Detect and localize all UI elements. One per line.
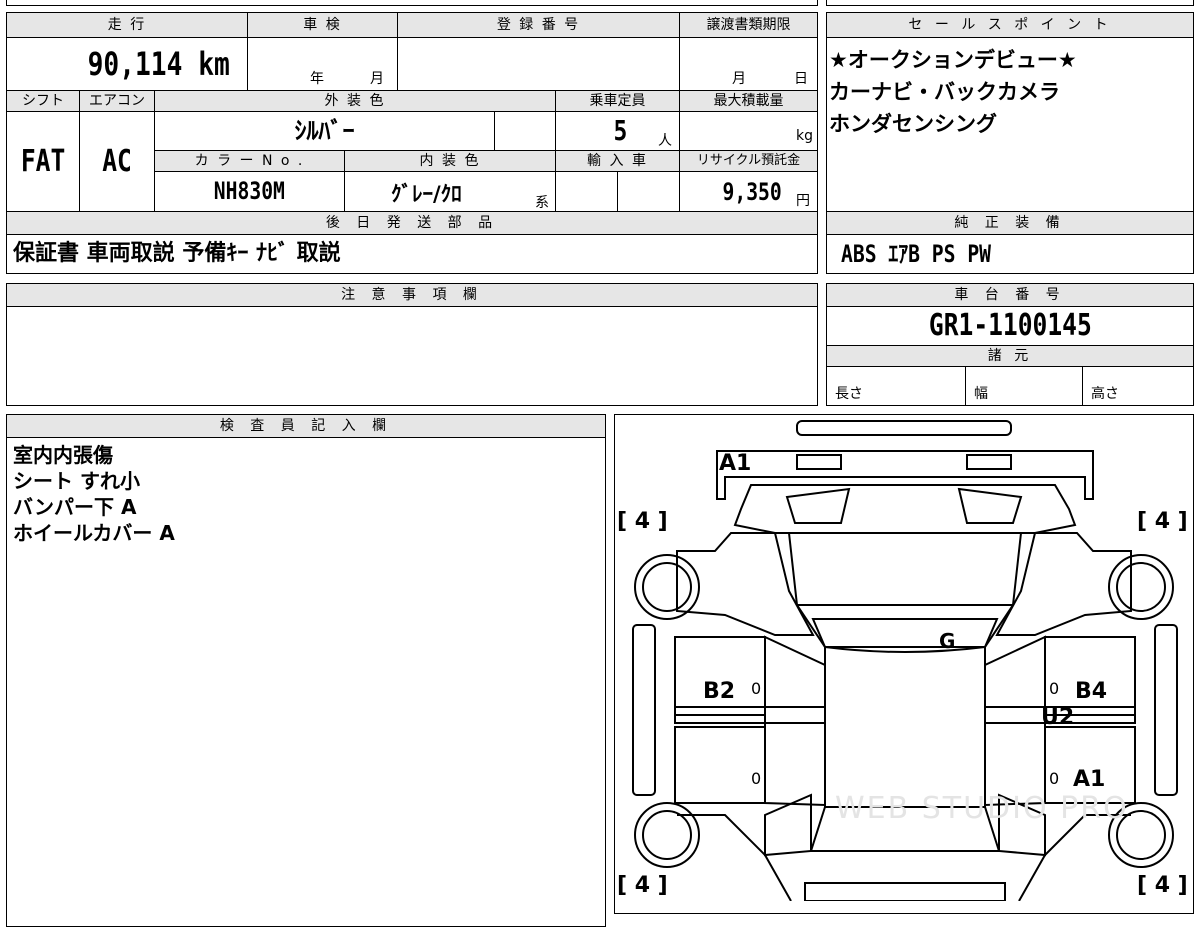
damage-mark-right-rear: A1 <box>1073 767 1106 792</box>
aircon-header: エアコン <box>79 90 155 112</box>
mileage-header: 走 行 <box>6 12 248 38</box>
damage-mark-left-door: B2 <box>703 679 736 704</box>
transfer-month-unit: 月 <box>732 71 746 87</box>
sales-points-panel: セ ー ル ス ポ イ ン ト ★オークションデビュー★ カーナビ・バックカメラ… <box>826 12 1194 212</box>
recycle-fee-unit: 円 <box>796 193 810 209</box>
chassis-header: 車 台 番 号 <box>826 283 1194 307</box>
inspection-header: 車 検 <box>247 12 398 38</box>
tire-front-left-label: [ 4 ] <box>617 509 668 534</box>
damage-mark-right-door: B4 <box>1075 679 1108 704</box>
capacity-unit: 人 <box>658 133 672 149</box>
inspector-note-2: シート すれ小 <box>13 469 140 493</box>
chassis-panel: 車 台 番 号 GR1-1100145 諸 元 長さ 幅 高さ <box>826 283 1194 406</box>
inspection-year-unit: 年 <box>310 71 324 87</box>
vehicle-info-table: 走 行 車 検 登 録 番 号 譲渡書類期限 90,114 km 年 月 月 日… <box>6 12 818 274</box>
shift-value: FAT <box>20 144 66 179</box>
car-outline-svg <box>632 420 1178 901</box>
shift-header: シフト <box>6 90 80 112</box>
import-header: 輸 入 車 <box>555 150 680 172</box>
sales-point-3: ホンダセンシング <box>829 112 997 136</box>
tire-front-right-label: [ 4 ] <box>1137 509 1188 534</box>
car-damage-diagram: WEB STUDIO PRO [ 4 ] [ 4 ] [ 4 ] [ 4 ] A… <box>614 414 1194 914</box>
exterior-color-header: 外 装 色 <box>154 90 556 112</box>
zero-mark-right-rear-door: 0 <box>1049 769 1060 788</box>
max-load-unit: kg <box>796 128 813 144</box>
import-cell-b <box>617 171 680 212</box>
color-no-value: NH830M <box>213 177 286 205</box>
mileage-value: 90,114 km <box>87 45 230 83</box>
max-load-header: 最大積載量 <box>679 90 818 112</box>
notes-body <box>6 306 818 406</box>
inspector-header: 検 査 員 記 入 欄 <box>6 414 606 438</box>
equipment-header: 純 正 装 備 <box>826 211 1194 235</box>
zero-mark-left-rear-door: 0 <box>751 769 762 788</box>
damage-mark-front-bumper: A1 <box>719 451 752 476</box>
import-cell-a <box>555 171 618 212</box>
spec-length-label: 長さ <box>835 386 863 402</box>
tire-rear-right-label: [ 4 ] <box>1137 873 1188 898</box>
exterior-color-value: ｼﾙﾊﾞｰ <box>294 117 355 145</box>
interior-color-value: ｸﾞﾚｰ/ｸﾛ <box>391 182 462 206</box>
capacity-value: 5 <box>613 114 628 147</box>
notes-header: 注 意 事 項 欄 <box>6 283 818 307</box>
sales-point-2: カーナビ・バックカメラ <box>829 80 1060 104</box>
tire-rear-left-label: [ 4 ] <box>617 873 668 898</box>
inspector-note-1: 室内内張傷 <box>13 443 113 467</box>
spec-width-label: 幅 <box>974 386 988 402</box>
zero-mark-left-front-door: 0 <box>751 679 762 698</box>
later-parts-value: 保証書 車両取説 予備ｷｰ ﾅﾋﾞ 取説 <box>13 241 341 266</box>
inspector-note-3: バンパー下 A <box>13 495 137 519</box>
inspection-month-unit: 月 <box>370 71 384 87</box>
registration-header: 登 録 番 号 <box>397 12 680 38</box>
damage-mark-right-underside: U2 <box>1041 705 1075 730</box>
specs-header: 諸 元 <box>826 345 1194 367</box>
recycle-fee-value: 9,350 <box>722 178 782 206</box>
capacity-header: 乗車定員 <box>555 90 680 112</box>
chassis-number: GR1-1100145 <box>928 308 1092 343</box>
recycle-fee-header: リサイクル預託金 <box>679 150 818 172</box>
interior-color-header: 内 装 色 <box>344 150 556 172</box>
watermark: WEB STUDIO PRO <box>835 791 1129 826</box>
aircon-value: AC <box>102 144 132 179</box>
later-parts-header: 後 日 発 送 部 品 <box>6 211 818 235</box>
equipment-value: ABS ｴｱB PS PW <box>841 240 992 268</box>
zero-mark-right-front-door: 0 <box>1049 679 1060 698</box>
interior-color-suffix: 系 <box>535 195 549 211</box>
color-no-header: カ ラ ー N o . <box>154 150 345 172</box>
registration-value <box>397 37 680 91</box>
inspector-note-4: ホイールカバー A <box>13 521 175 545</box>
transfer-deadline-header: 譲渡書類期限 <box>679 12 818 38</box>
equipment-panel: 純 正 装 備 ABS ｴｱB PS PW <box>826 211 1194 274</box>
spec-height-label: 高さ <box>1091 386 1119 402</box>
notes-panel: 注 意 事 項 欄 <box>6 283 818 406</box>
transfer-day-unit: 日 <box>794 71 808 87</box>
sales-points-header: セ ー ル ス ポ イ ン ト <box>826 12 1194 38</box>
sales-point-1: ★オークションデビュー★ <box>829 48 1077 72</box>
inspector-panel: 検 査 員 記 入 欄 室内内張傷 シート すれ小 バンパー下 A ホイールカバ… <box>6 414 606 927</box>
damage-mark-glass: G <box>939 629 956 653</box>
